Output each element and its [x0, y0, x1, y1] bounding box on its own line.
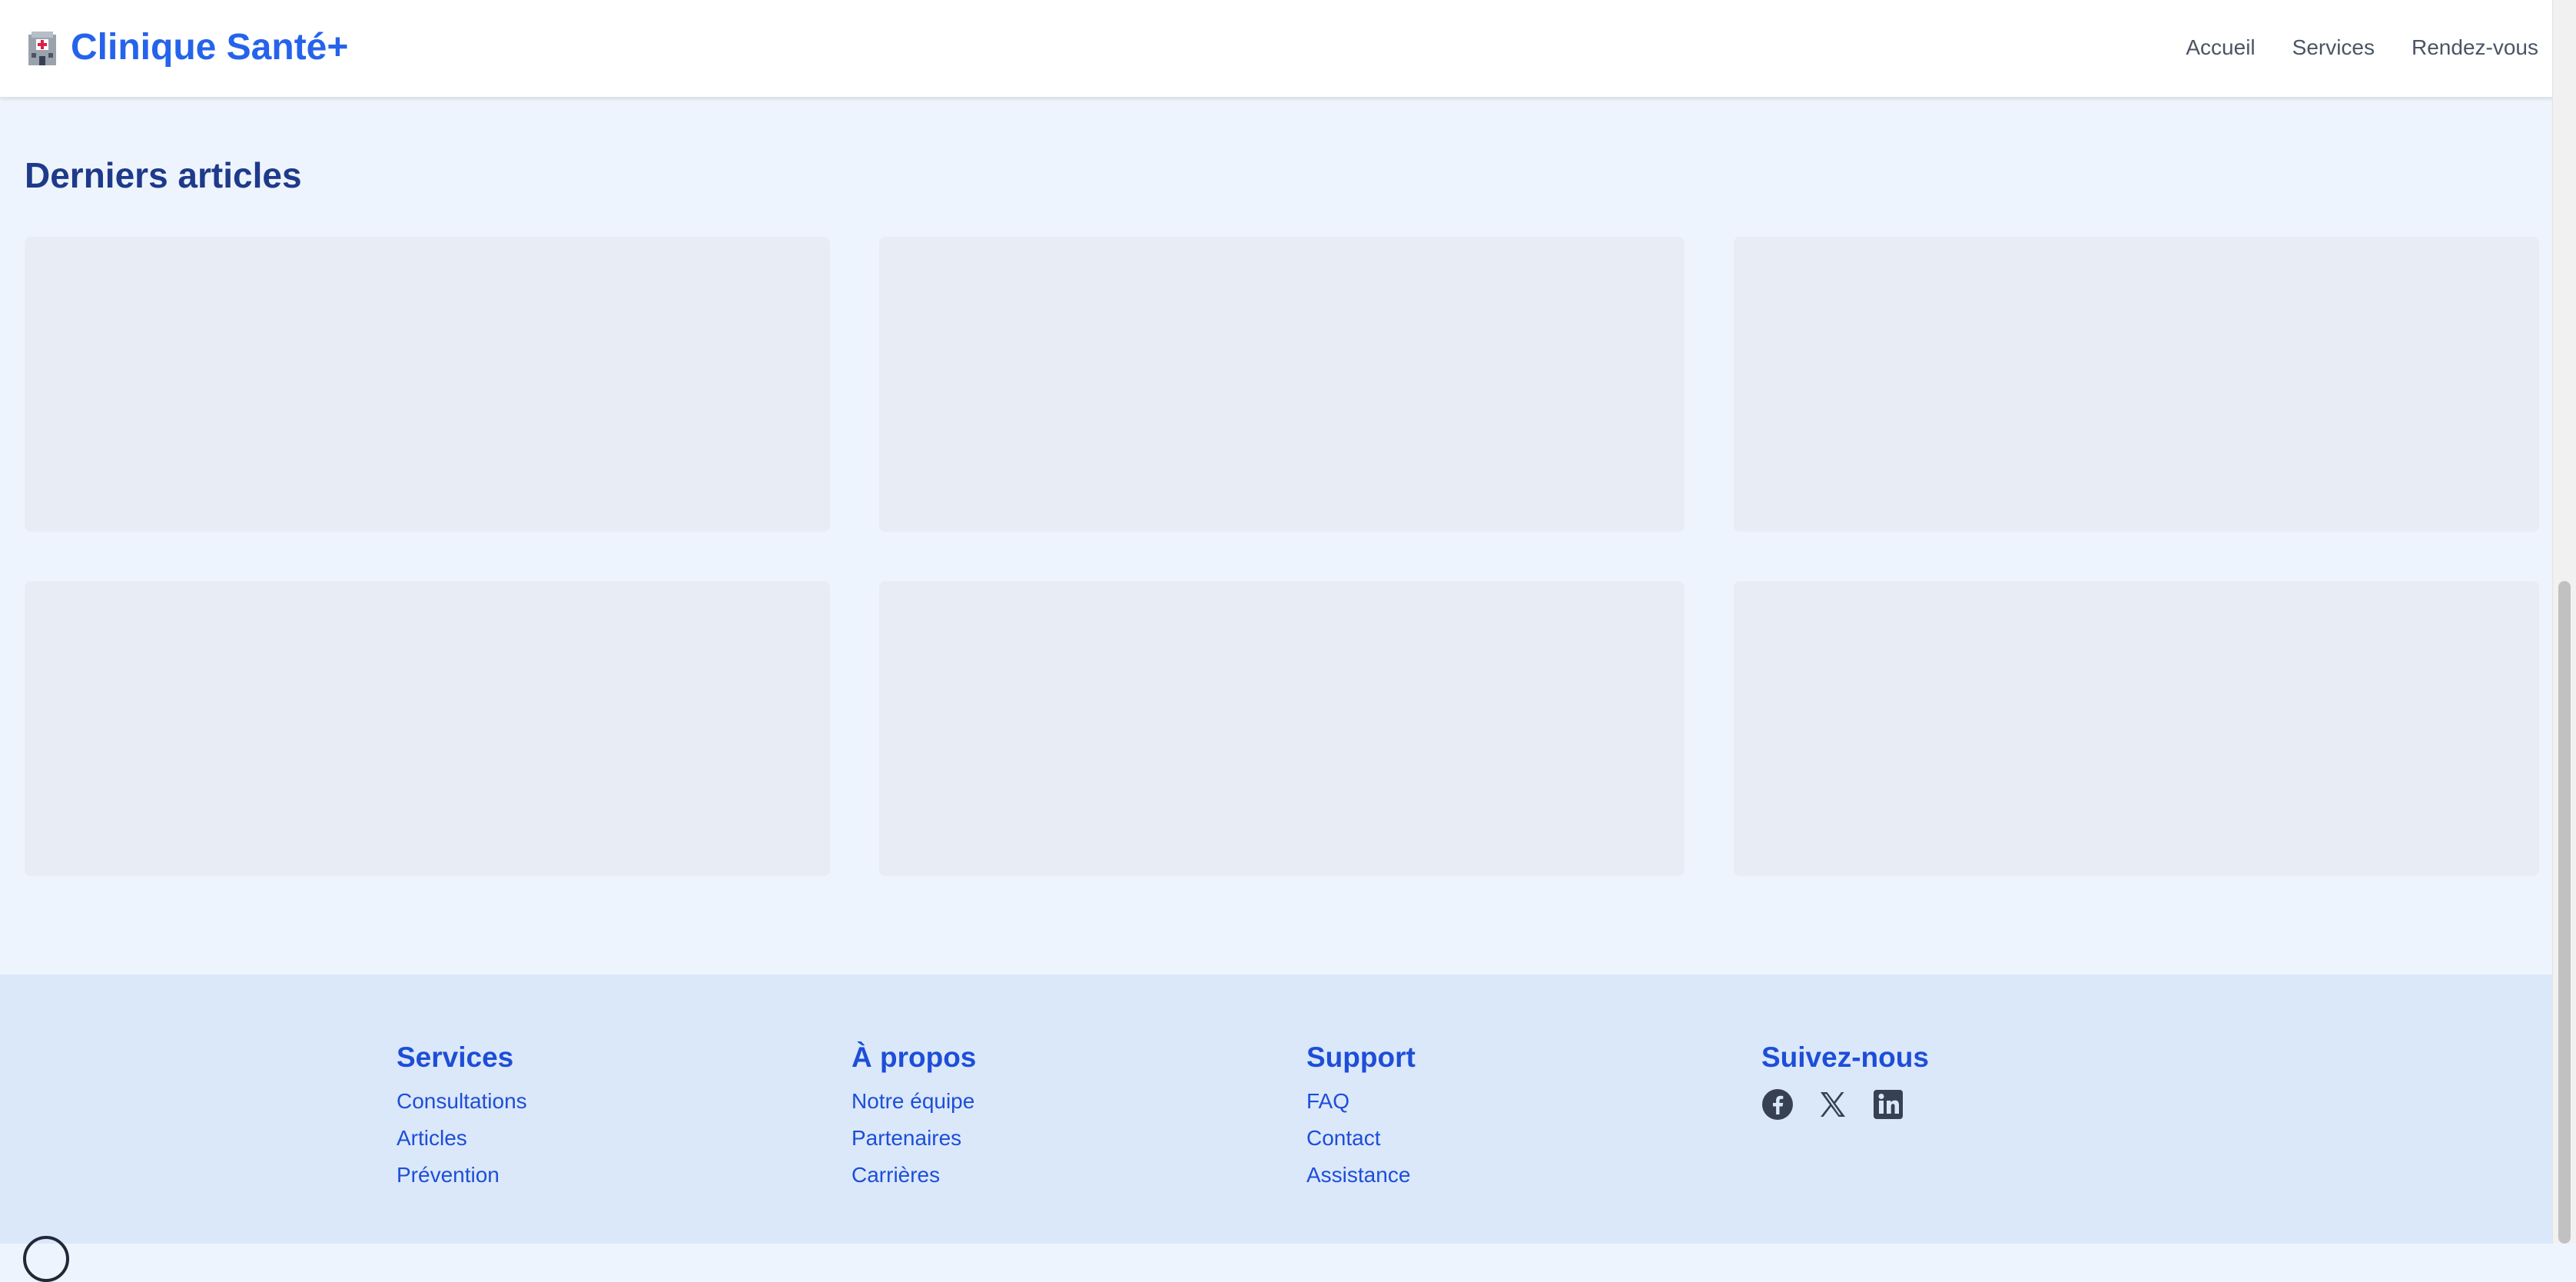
footer-column-services: Services Consultations Articles Préventi… — [397, 1039, 527, 1197]
footer-link-articles[interactable]: Articles — [397, 1126, 467, 1150]
site-footer: Services Consultations Articles Préventi… — [0, 975, 2553, 1244]
brand-logo[interactable]: Clinique Santé+ — [25, 23, 348, 72]
x-twitter-icon[interactable] — [1817, 1088, 1849, 1121]
footer-heading-support: Support — [1306, 1041, 1416, 1073]
article-card-placeholder — [25, 581, 830, 876]
linkedin-icon[interactable] — [1872, 1088, 1904, 1121]
article-card-placeholder — [1734, 581, 2539, 876]
footer-link-contact[interactable]: Contact — [1306, 1126, 1381, 1150]
footer-heading-services: Services — [397, 1041, 514, 1073]
nav-link-services[interactable]: Services — [2292, 31, 2375, 65]
article-card-placeholder — [879, 581, 1685, 876]
footer-link-consultations[interactable]: Consultations — [397, 1089, 527, 1113]
footer-column-support: Support FAQ Contact Assistance — [1306, 1039, 1416, 1197]
main-nav: Accueil Services Rendez-vous — [2186, 31, 2538, 65]
facebook-icon[interactable] — [1761, 1088, 1794, 1121]
footer-link-carrieres[interactable]: Carrières — [851, 1163, 940, 1187]
social-links — [1761, 1088, 1929, 1121]
article-card-placeholder — [1734, 237, 2539, 532]
nav-link-rendez-vous[interactable]: Rendez-vous — [2412, 31, 2538, 65]
footer-link-partenaires[interactable]: Partenaires — [851, 1126, 961, 1150]
page-scrollbar[interactable] — [2552, 0, 2576, 1244]
footer-link-prevention[interactable]: Prévention — [397, 1163, 500, 1187]
section-title: Derniers articles — [25, 155, 302, 195]
footer-link-faq[interactable]: FAQ — [1306, 1089, 1349, 1113]
brand-name: Clinique Santé+ — [71, 27, 349, 68]
footer-link-assistance[interactable]: Assistance — [1306, 1163, 1410, 1187]
site-header: Clinique Santé+ Accueil Services Rendez-… — [0, 0, 2553, 98]
cookie-settings-icon[interactable] — [23, 1236, 69, 1282]
footer-column-a-propos: À propos Notre équipe Partenaires Carriè… — [851, 1039, 976, 1197]
footer-heading-a-propos: À propos — [851, 1041, 977, 1073]
article-card-placeholder — [879, 237, 1685, 532]
scrollbar-thumb[interactable] — [2558, 581, 2571, 1244]
article-card-placeholder — [25, 237, 830, 532]
hospital-icon — [28, 32, 56, 65]
footer-heading-suivez-nous: Suivez-nous — [1761, 1041, 1929, 1073]
articles-grid — [25, 237, 2539, 876]
footer-link-notre-equipe[interactable]: Notre équipe — [851, 1089, 974, 1113]
footer-column-suivez-nous: Suivez-nous — [1761, 1039, 1929, 1121]
nav-link-accueil[interactable]: Accueil — [2186, 31, 2255, 65]
